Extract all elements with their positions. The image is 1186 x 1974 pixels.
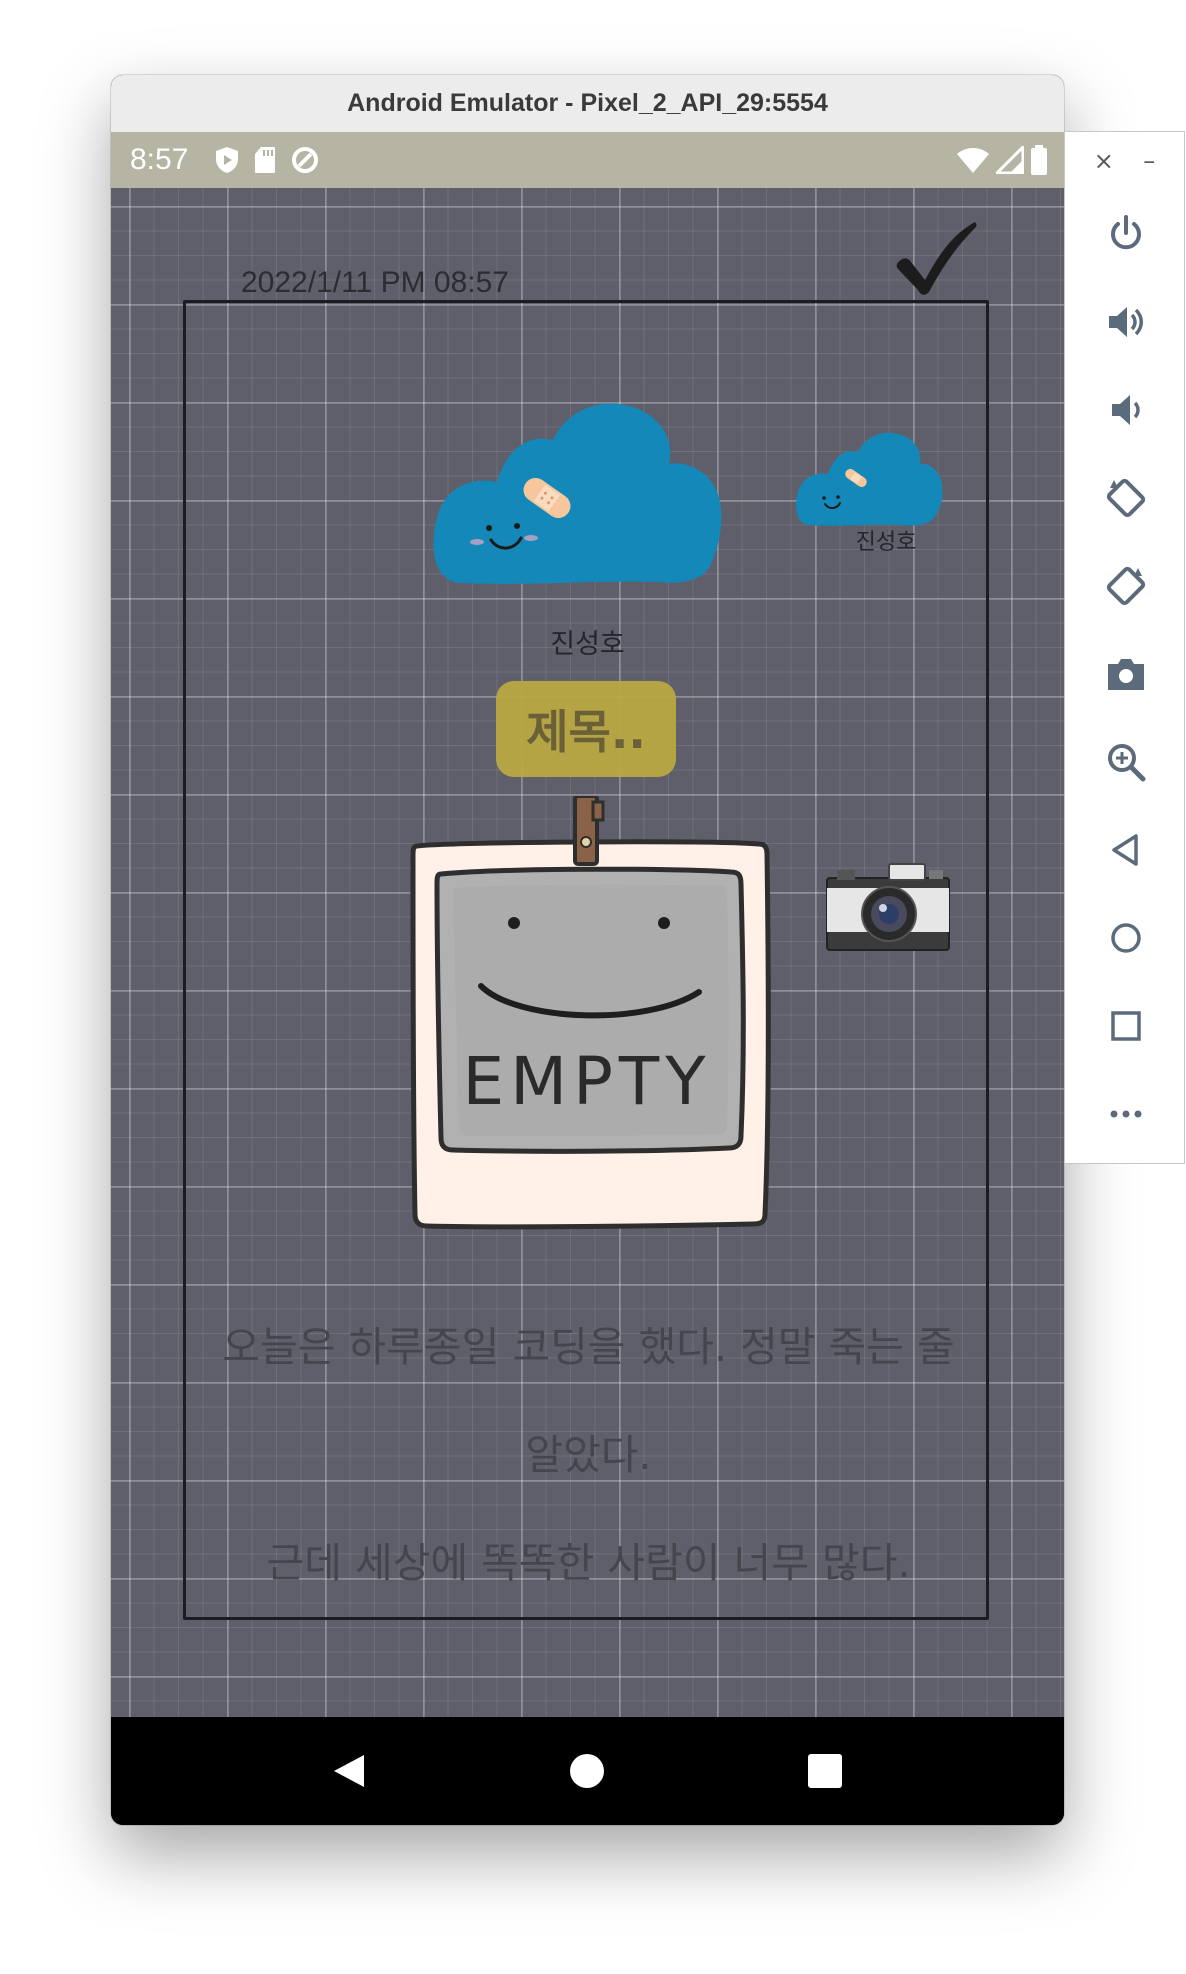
sync-icon	[292, 147, 319, 173]
emulator-side-panel: × –	[1064, 131, 1185, 1164]
rotate-right-button[interactable]	[1065, 542, 1186, 630]
volume-down-button[interactable]	[1065, 366, 1186, 454]
more-icon	[1110, 1110, 1141, 1118]
window-title: Android Emulator - Pixel_2_API_29:5554	[111, 75, 1064, 133]
rotate-left-button[interactable]	[1065, 454, 1186, 542]
photo-polaroid-placeholder[interactable]: EMPTY	[407, 796, 773, 1238]
entry-datetime: 2022/1/11 PM 08:57	[241, 266, 509, 299]
wifi-icon	[957, 148, 989, 173]
camera-icon[interactable]	[825, 860, 951, 952]
zoom-icon	[1107, 744, 1145, 782]
photo-empty-label: EMPTY	[462, 1043, 711, 1120]
content-line: 알았다.	[525, 1431, 652, 1479]
emulator-window: Android Emulator - Pixel_2_API_29:5554 8…	[111, 75, 1064, 1825]
home-icon	[1110, 923, 1141, 953]
home-icon	[570, 1754, 605, 1788]
back-icon	[1111, 834, 1138, 866]
screenshot-button[interactable]	[1065, 630, 1186, 718]
author-name-small: 진성호	[855, 530, 917, 555]
weather-cloud-small-icon[interactable]	[794, 428, 944, 528]
side-home-button[interactable]	[1065, 894, 1186, 982]
save-check-icon[interactable]	[891, 218, 981, 298]
content-line: 오늘은 하루종일 코딩을 했다. 정말 죽는 줄	[222, 1323, 955, 1371]
author-name-large: 진성호	[550, 629, 625, 660]
recents-icon	[808, 1754, 843, 1788]
volume-up-button[interactable]	[1065, 278, 1186, 366]
android-status-bar: 8:57	[111, 132, 1064, 188]
rotate-right-icon	[1106, 566, 1145, 606]
status-time: 8:57	[130, 143, 189, 176]
nav-recents-button[interactable]	[785, 1731, 865, 1811]
nav-back-button[interactable]	[310, 1731, 390, 1811]
back-icon	[333, 1755, 364, 1787]
nav-home-button[interactable]	[547, 1731, 627, 1811]
screenshot-icon	[1107, 659, 1144, 690]
weather-cloud-icon[interactable]	[429, 398, 729, 588]
minimize-panel-button[interactable]: –	[1143, 147, 1155, 175]
title-input[interactable]: 제목..	[496, 681, 676, 777]
android-nav-bar	[111, 1717, 1064, 1825]
volume-up-icon	[1108, 307, 1143, 337]
power-button[interactable]	[1065, 190, 1186, 278]
overview-icon	[1110, 1011, 1141, 1041]
more-button[interactable]	[1065, 1070, 1186, 1158]
diary-content[interactable]: 오늘은 하루종일 코딩을 했다. 정말 죽는 줄 알았다. 근데 세상에 똑똑한…	[201, 1293, 976, 1617]
power-icon	[1110, 215, 1141, 250]
sd-card-icon	[255, 147, 276, 173]
zoom-button[interactable]	[1065, 718, 1186, 806]
diary-editor-screen: 2022/1/11 PM 08:57 진성호 진성호 제목.. EMPTY 오늘…	[111, 188, 1064, 1717]
side-back-button[interactable]	[1065, 806, 1186, 894]
play-protect-icon	[216, 147, 239, 173]
content-line: 근데 세상에 똑똑한 사람이 너무 많다.	[266, 1539, 911, 1587]
side-overview-button[interactable]	[1065, 982, 1186, 1070]
volume-down-icon	[1111, 395, 1140, 425]
battery-icon	[1031, 145, 1047, 175]
rotate-left-icon	[1106, 478, 1145, 518]
signal-icon	[996, 146, 1024, 174]
close-panel-button[interactable]: ×	[1094, 147, 1114, 175]
